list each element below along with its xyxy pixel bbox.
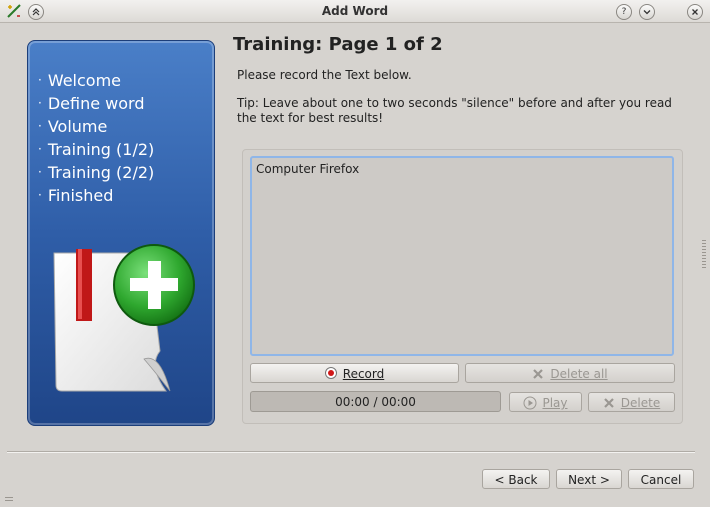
record-icon	[324, 367, 337, 379]
step-item: · Training (2/2)	[38, 163, 155, 182]
playback-progress: 00:00 / 00:00	[250, 391, 501, 412]
delete-all-button[interactable]: Delete all	[465, 363, 675, 383]
delete-icon	[604, 398, 614, 408]
step-item-current: · Training (1/2)	[38, 140, 155, 159]
back-button[interactable]: < Back	[482, 469, 550, 489]
help-icon[interactable]: ?	[616, 4, 632, 20]
cancel-button[interactable]: Cancel	[628, 469, 694, 489]
delete-icon	[533, 369, 544, 379]
prompt-textbox[interactable]: Computer Firefox	[250, 156, 674, 356]
instruction-text: Please record the Text below.	[237, 68, 412, 82]
play-icon	[523, 396, 537, 410]
step-item: · Welcome	[38, 71, 122, 90]
step-item: · Volume	[38, 117, 108, 136]
next-button[interactable]: Next >	[556, 469, 622, 489]
step-item: · Finished	[38, 186, 114, 205]
close-icon[interactable]	[687, 4, 703, 20]
footer-separator	[7, 451, 695, 453]
minimize-icon[interactable]	[639, 4, 655, 20]
prompt-text: Computer Firefox	[256, 162, 360, 176]
wizard-steps: · Welcome · Define word · Volume · Training …	[38, 69, 154, 207]
play-button[interactable]: Play	[509, 392, 582, 412]
resize-grip[interactable]	[702, 240, 706, 268]
record-button[interactable]: Record	[250, 363, 459, 383]
add-document-icon	[53, 244, 195, 392]
window-title: Add Word	[321, 4, 389, 18]
wizard-sidebar: · Welcome · Define word · Volume · Training …	[27, 40, 215, 426]
delete-button[interactable]: Delete	[588, 392, 675, 412]
step-item: · Define word	[38, 94, 145, 113]
size-grip[interactable]	[5, 497, 13, 503]
time-display: 00:00 / 00:00	[335, 395, 416, 409]
page-title: Training: Page 1 of 2	[233, 34, 443, 55]
tip-text: Tip: Leave about one to two seconds "sil…	[237, 96, 672, 125]
title-bar[interactable]: Add Word ?	[0, 0, 710, 23]
